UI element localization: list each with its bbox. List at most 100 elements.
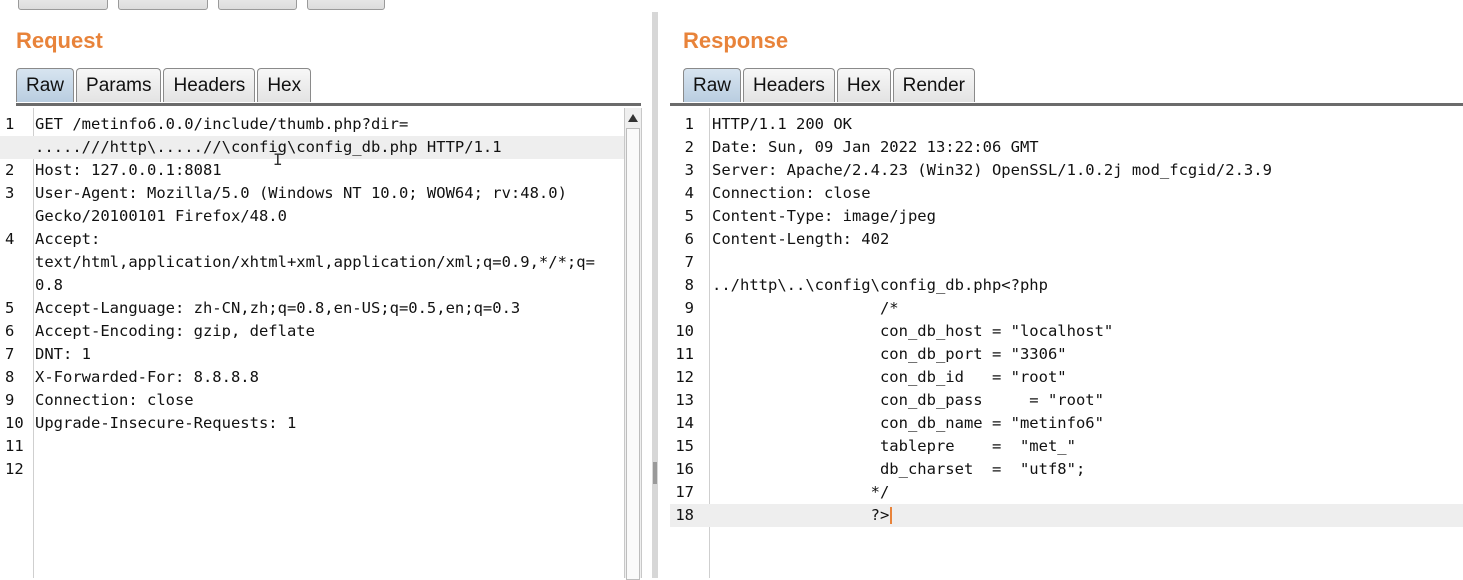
code-line[interactable]: 2 Host: 127.0.0.1:8081 <box>0 159 624 182</box>
line-text: Upgrade-Insecure-Requests: 1 <box>35 414 297 432</box>
code-line[interactable]: 10 con_db_host = "localhost" <box>670 320 1463 343</box>
line-text: 0.8 <box>35 276 63 294</box>
line-number: 7 <box>684 253 694 271</box>
line-number: 15 <box>675 437 694 455</box>
code-line[interactable]: 9 /* <box>670 297 1463 320</box>
code-line[interactable]: 16 db_charset = "utf8"; <box>670 458 1463 481</box>
response-tab-underline <box>670 103 1463 106</box>
code-line[interactable]: 3 Server: Apache/2.4.23 (Win32) OpenSSL/1… <box>670 159 1463 182</box>
line-text: Server: Apache/2.4.23 (Win32) OpenSSL/1.… <box>712 161 1272 179</box>
line-number: 9 <box>684 299 694 317</box>
tab-hex[interactable]: Hex <box>257 68 312 102</box>
line-number: 9 <box>5 391 15 409</box>
panel-split-divider[interactable] <box>652 12 658 578</box>
request-tab-underline <box>16 103 641 106</box>
line-text: Connection: close <box>35 391 194 409</box>
line-text: con_db_id = "root" <box>712 368 1067 386</box>
line-text: Content-Type: image/jpeg <box>712 207 936 225</box>
line-number: 18 <box>675 506 694 524</box>
text-caret <box>890 507 893 524</box>
code-line[interactable]: 11 con_db_port = "3306" <box>670 343 1463 366</box>
line-text: HTTP/1.1 200 OK <box>712 115 852 133</box>
code-line[interactable]: 9 Connection: close <box>0 389 624 412</box>
line-number: 16 <box>675 460 694 478</box>
tab-raw[interactable]: Raw <box>16 68 75 102</box>
code-line[interactable]: 12 con_db_id = "root" <box>670 366 1463 389</box>
response-editor[interactable]: 1 HTTP/1.1 200 OK 2 Date: Sun, 09 Jan 2022 … <box>670 108 1463 578</box>
tab-raw[interactable]: Raw <box>683 68 742 102</box>
line-number: 3 <box>5 184 15 202</box>
code-line[interactable]: 14 con_db_name = "metinfo6" <box>670 412 1463 435</box>
code-line[interactable]: 17 */ <box>670 481 1463 504</box>
line-number: 7 <box>5 345 15 363</box>
code-line[interactable]: .....///http\.....//\config\config_db.ph… <box>0 136 624 159</box>
line-text: Accept-Language: zh-CN,zh;q=0.8,en-US;q=… <box>35 299 521 317</box>
code-line[interactable]: 0.8 <box>0 274 624 297</box>
response-tabs: Raw Headers Hex Render <box>683 68 977 102</box>
scroll-thumb[interactable] <box>626 128 640 580</box>
line-text: Connection: close <box>712 184 871 202</box>
request-editor[interactable]: 1 GET /metinfo6.0.0/include/thumb.php?dir… <box>0 108 624 578</box>
request-panel: Request Raw Params Headers Hex 1 GET /metinf… <box>0 0 642 580</box>
line-text: Date: Sun, 09 Jan 2022 13:22:06 GMT <box>712 138 1039 156</box>
line-number: 8 <box>684 276 694 294</box>
line-number: 2 <box>684 138 694 156</box>
line-text: GET /metinfo6.0.0/include/thumb.php?dir= <box>35 115 409 133</box>
line-number: 1 <box>684 115 694 133</box>
line-number: 14 <box>675 414 694 432</box>
tab-hex[interactable]: Hex <box>836 68 891 102</box>
tab-headers[interactable]: Headers <box>163 68 256 102</box>
request-title: Request <box>16 28 103 53</box>
code-line[interactable]: 8 ../http\..\config\config_db.php<?php <box>670 274 1463 297</box>
line-number: 10 <box>5 414 24 432</box>
line-text: .....///http\.....//\config\config_db.ph… <box>35 138 502 156</box>
line-number: 4 <box>684 184 694 202</box>
code-line[interactable]: 4 Connection: close <box>670 182 1463 205</box>
line-text: Accept: <box>35 230 101 248</box>
divider-grip-icon[interactable] <box>653 462 657 484</box>
code-line[interactable]: 13 con_db_pass = "root" <box>670 389 1463 412</box>
code-line[interactable]: 6 Accept-Encoding: gzip, deflate <box>0 320 624 343</box>
code-line[interactable]: 7 <box>670 251 1463 274</box>
code-line[interactable]: 3 User-Agent: Mozilla/5.0 (Windows NT 10.… <box>0 182 624 205</box>
line-number: 6 <box>684 230 694 248</box>
line-text: /* <box>712 299 899 317</box>
line-number: 3 <box>684 161 694 179</box>
line-text: db_charset = "utf8"; <box>712 460 1086 478</box>
line-text: ?> <box>712 504 893 527</box>
code-line[interactable]: 7 DNT: 1 <box>0 343 624 366</box>
scroll-up-arrow-icon[interactable] <box>628 114 638 122</box>
text-cursor-icon: I <box>273 150 283 169</box>
line-text: Gecko/20100101 Firefox/48.0 <box>35 207 287 225</box>
code-line[interactable]: 11 <box>0 435 624 458</box>
line-number: 12 <box>675 368 694 386</box>
line-number: 5 <box>5 299 15 317</box>
line-number: 13 <box>675 391 694 409</box>
code-line[interactable]: 10 Upgrade-Insecure-Requests: 1 <box>0 412 624 435</box>
line-text: con_db_name = "metinfo6" <box>712 414 1104 432</box>
code-line[interactable]: 1 HTTP/1.1 200 OK <box>670 113 1463 136</box>
line-text: User-Agent: Mozilla/5.0 (Windows NT 10.0… <box>35 184 567 202</box>
line-text: Accept-Encoding: gzip, deflate <box>35 322 315 340</box>
request-tabs: Raw Params Headers Hex <box>16 68 313 102</box>
code-line[interactable]: 8 X-Forwarded-For: 8.8.8.8 <box>0 366 624 389</box>
code-line[interactable]: 6 Content-Length: 402 <box>670 228 1463 251</box>
tab-params[interactable]: Params <box>76 68 162 102</box>
line-number: 17 <box>675 483 694 501</box>
tab-headers[interactable]: Headers <box>743 68 835 102</box>
code-line[interactable]: 18 ?> <box>670 504 1463 527</box>
line-number: 4 <box>5 230 15 248</box>
tab-render[interactable]: Render <box>892 68 975 102</box>
line-text: DNT: 1 <box>35 345 91 363</box>
code-line[interactable]: 15 tablepre = "met_" <box>670 435 1463 458</box>
code-line[interactable]: 5 Accept-Language: zh-CN,zh;q=0.8,en-US;q… <box>0 297 624 320</box>
code-line[interactable]: Gecko/20100101 Firefox/48.0 <box>0 205 624 228</box>
code-line[interactable]: 4 Accept: <box>0 228 624 251</box>
code-line[interactable]: 12 <box>0 458 624 481</box>
code-line[interactable]: 1 GET /metinfo6.0.0/include/thumb.php?dir… <box>0 113 624 136</box>
request-scrollbar[interactable] <box>624 108 642 580</box>
code-line[interactable]: 5 Content-Type: image/jpeg <box>670 205 1463 228</box>
code-line[interactable]: 2 Date: Sun, 09 Jan 2022 13:22:06 GMT <box>670 136 1463 159</box>
code-line[interactable]: text/html,application/xhtml+xml,applicat… <box>0 251 624 274</box>
line-number: 12 <box>5 460 24 478</box>
